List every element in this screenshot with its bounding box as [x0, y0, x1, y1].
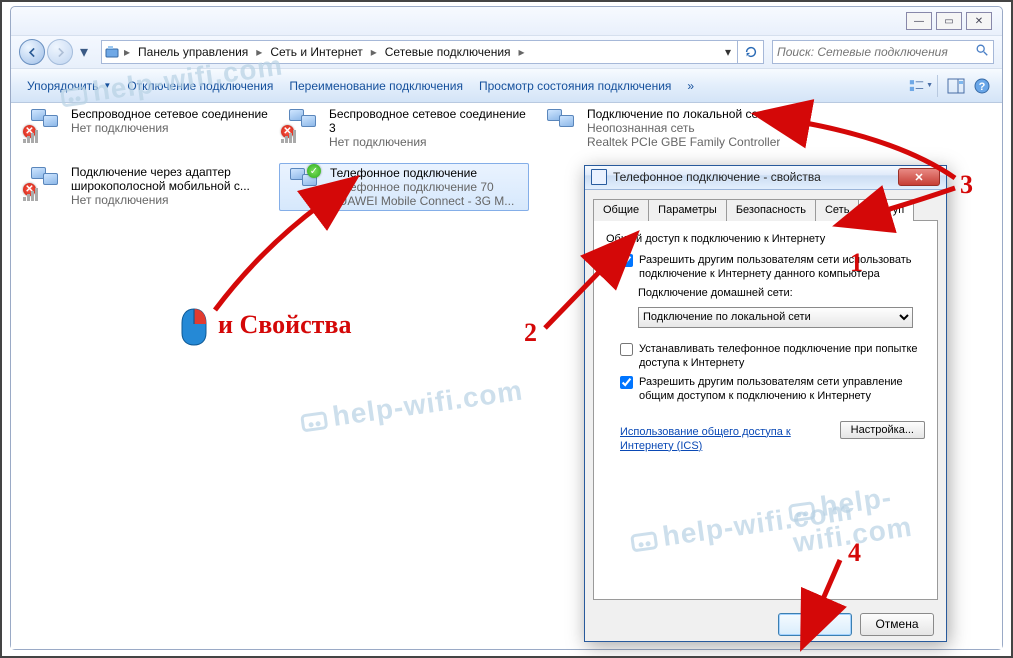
annotation-4: 4 [848, 538, 861, 568]
connection-lan[interactable]: Подключение по локальной сетиНеопознанна… [539, 107, 789, 149]
toolbar-status[interactable]: Просмотр состояния подключения [471, 75, 679, 97]
network-icon: ✕ [23, 165, 65, 201]
checkbox-allow-share-label: Разрешить другим пользователям сети испо… [639, 253, 925, 281]
nav-forward-button[interactable] [47, 39, 73, 65]
checkbox-allow-control-label: Разрешить другим пользователям сети упра… [639, 375, 925, 403]
checkbox-allow-share[interactable] [620, 254, 633, 267]
view-mode-button[interactable]: ▼ [909, 74, 933, 98]
breadcrumb-dropdown[interactable]: ▾ [719, 45, 737, 59]
network-icon: ✕ [23, 107, 65, 143]
checkbox-allow-control[interactable] [620, 376, 633, 389]
settings-button[interactable]: Настройка... [840, 421, 925, 439]
ics-help-link[interactable]: Использование общего доступа к Интернету… [620, 425, 840, 453]
tab-options[interactable]: Параметры [648, 199, 727, 221]
connection-broadband-adapter[interactable]: ✕ Подключение через адаптер широкополосн… [23, 165, 273, 207]
checkbox-dial-on-demand-label: Устанавливать телефонное подключение при… [639, 342, 925, 370]
tab-general[interactable]: Общие [593, 199, 649, 221]
dialog-footer: ОК Отмена [585, 608, 946, 641]
cancel-button[interactable]: Отмена [860, 613, 934, 636]
annotation-2: 2 [524, 318, 537, 348]
dialog-icon [591, 169, 607, 185]
dialog-titlebar[interactable]: Телефонное подключение - свойства ✕ [585, 166, 946, 190]
titlebar: — ▭ ✕ [11, 7, 1002, 35]
network-icon [539, 107, 581, 143]
toolbar-more[interactable]: » [679, 75, 702, 97]
help-button[interactable]: ? [970, 74, 994, 98]
home-network-combo[interactable]: Подключение по локальной сети [638, 307, 913, 328]
connection-wireless-3[interactable]: ✕ Беспроводное сетевое соединение 3Нет п… [281, 107, 531, 149]
breadcrumb-icon [102, 44, 122, 60]
checkbox-dial-on-demand[interactable] [620, 343, 633, 356]
tabs: Общие Параметры Безопасность Сеть Доступ [593, 198, 938, 220]
tab-access[interactable]: Доступ [858, 199, 914, 221]
search-input[interactable] [777, 45, 975, 59]
annotation-1: 1 [850, 248, 863, 278]
svg-text:?: ? [979, 81, 986, 93]
toolbar-rename[interactable]: Переименование подключения [281, 75, 471, 97]
connection-dialup[interactable]: ✓ Телефонное подключениеТелефонное подкл… [279, 163, 529, 211]
annotation-mouse-label: и Свойства [218, 310, 351, 340]
dialog-title-text: Телефонное подключение - свойства [613, 170, 898, 184]
search-box[interactable] [772, 40, 994, 64]
maximize-button[interactable]: ▭ [936, 12, 962, 30]
tab-security[interactable]: Безопасность [726, 199, 816, 221]
navbar: ▾ ▸ Панель управления▸ Сеть и Интернет▸ … [11, 35, 1002, 69]
refresh-button[interactable] [738, 40, 764, 64]
close-button[interactable]: ✕ [966, 12, 992, 30]
nav-back-button[interactable] [19, 39, 45, 65]
crumb-2[interactable]: Сетевые подключения [379, 45, 517, 59]
preview-pane-button[interactable] [944, 74, 968, 98]
ok-button[interactable]: ОК [778, 613, 852, 636]
connection-wireless-1[interactable]: ✕ Беспроводное сетевое соединениеНет под… [23, 107, 273, 143]
dialog-close-button[interactable]: ✕ [898, 168, 940, 186]
ics-group-label: Общий доступ к подключению к Интернету [606, 233, 925, 245]
network-icon: ✓ [282, 166, 324, 202]
tab-network[interactable]: Сеть [815, 199, 859, 221]
mouse-icon [179, 307, 209, 352]
annotation-3: 3 [960, 170, 973, 200]
search-icon [975, 43, 989, 62]
nav-history-dropdown[interactable]: ▾ [77, 39, 91, 65]
network-icon: ✕ [281, 107, 323, 143]
minimize-button[interactable]: — [906, 12, 932, 30]
home-network-label: Подключение домашней сети: [638, 286, 793, 300]
properties-dialog: Телефонное подключение - свойства ✕ Общи… [584, 165, 947, 642]
